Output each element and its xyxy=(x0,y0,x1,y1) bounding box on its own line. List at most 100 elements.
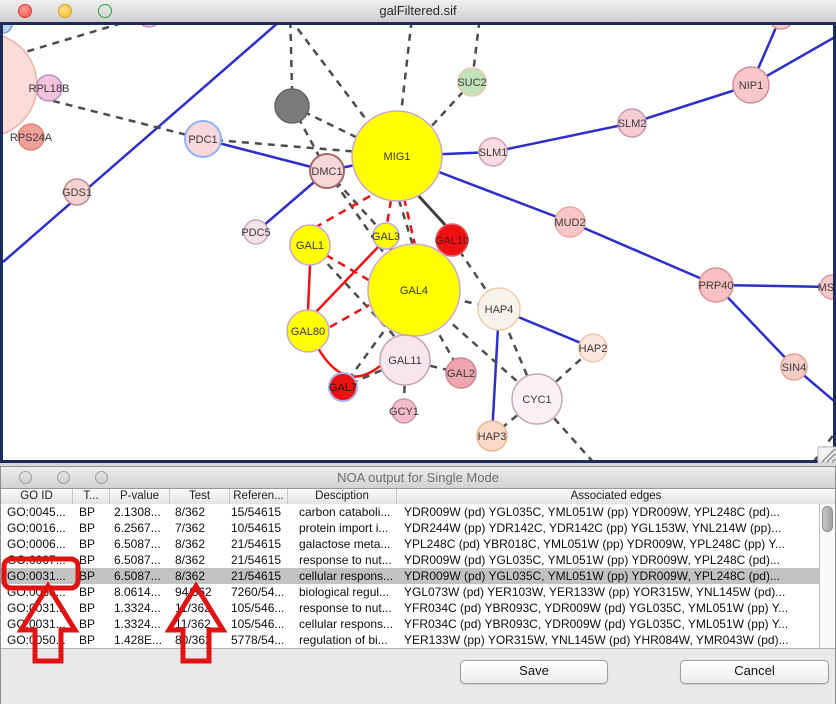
node-GDS1[interactable]: GDS1 xyxy=(62,179,92,205)
cell-t: BP xyxy=(72,600,109,616)
svg-text:SLM1: SLM1 xyxy=(479,147,508,159)
cell-p: 8.0614... xyxy=(109,584,169,600)
network-canvas[interactable]: RPL18B RPS24A GDS1 PDC1 DMC1 MIG1 SUC2 SLM1 SLM2… xyxy=(0,22,836,463)
node-unlabeled[interactable] xyxy=(275,89,309,123)
cell-p: 6.5087... xyxy=(109,568,169,584)
cancel-button[interactable]: Cancel xyxy=(680,660,829,684)
cell-go_id: GO:0045... xyxy=(1,504,72,520)
table-body: GO:0045...BP2.1308...8/36215/54615carbon… xyxy=(1,504,819,648)
cell-t: BP xyxy=(72,568,109,584)
node-GAL11[interactable]: GAL11 xyxy=(380,335,430,385)
svg-text:MIG1: MIG1 xyxy=(384,151,411,163)
column-header-desciption[interactable]: Desciption xyxy=(287,489,396,504)
save-button[interactable]: Save xyxy=(460,660,608,684)
cell-ref: 15/54615 xyxy=(229,504,287,520)
node-SLM2[interactable]: SLM2 xyxy=(618,109,647,137)
column-header-t-[interactable]: T... xyxy=(72,489,109,504)
cell-desc: biological regul... xyxy=(287,584,396,600)
svg-text:GAL4: GAL4 xyxy=(400,285,428,297)
cell-go_id: GO:0016... xyxy=(1,520,72,536)
node-CYC1[interactable]: CYC1 xyxy=(512,374,562,424)
svg-text:HAP2: HAP2 xyxy=(579,343,608,355)
column-header-test[interactable]: Test xyxy=(169,489,229,504)
node-PRP40[interactable]: PRP40 xyxy=(699,268,734,302)
cell-go_id: GO:0031... xyxy=(1,600,72,616)
node-SIN4[interactable]: SIN4 xyxy=(781,354,807,380)
svg-text:PDC5: PDC5 xyxy=(241,227,270,239)
node-GAL7[interactable]: GAL7 xyxy=(329,373,357,401)
node-SUC2[interactable]: SUC2 xyxy=(457,68,486,96)
node-GCY1[interactable]: GCY1 xyxy=(389,399,419,423)
node-GAL4[interactable]: GAL4 xyxy=(368,244,460,336)
svg-text:GCY1: GCY1 xyxy=(389,406,419,418)
cell-go_id: GO:0007... xyxy=(1,552,72,568)
cell-p: 6.2567... xyxy=(109,520,169,536)
cell-t: BP xyxy=(72,520,109,536)
node-MUD2[interactable]: MUD2 xyxy=(554,207,585,237)
table-row[interactable]: GO:0006...BP6.5087...8/36221/54615galact… xyxy=(1,536,819,552)
svg-text:RPL18B: RPL18B xyxy=(29,83,70,95)
node-GAL2[interactable]: GAL2 xyxy=(446,358,476,388)
table-row[interactable]: GO:0016...BP6.2567...7/36210/54615protei… xyxy=(1,520,819,536)
vertical-scrollbar[interactable] xyxy=(819,504,835,648)
scrollbar-thumb[interactable] xyxy=(822,506,833,532)
table-row[interactable]: GO:0045...BP2.1308...8/36215/54615carbon… xyxy=(1,504,819,520)
table-row[interactable]: GO:0007...BP6.5087...8/36221/54615respon… xyxy=(1,552,819,568)
column-header-associated-edges[interactable]: Associated edges xyxy=(396,489,835,504)
node-GAL3[interactable]: GAL3 xyxy=(372,223,400,249)
cell-go_id: GO:0065... xyxy=(1,584,72,600)
window-title: NOA output for Single Mode xyxy=(1,467,835,488)
column-header-go-id[interactable]: GO ID xyxy=(1,489,72,504)
node-HAP4[interactable]: HAP4 xyxy=(478,288,520,330)
column-header-referen-[interactable]: Referen... xyxy=(229,489,287,504)
table-row[interactable]: GO:0031...BP1.3324...11/362105/546...res… xyxy=(1,600,819,616)
screen: galFiltered.sif RPL18B RPS24A GDS1 PDC1 DMC1… xyxy=(0,0,836,704)
svg-text:CYC1: CYC1 xyxy=(522,394,551,406)
cell-desc: response to nut... xyxy=(287,600,396,616)
node-SLM1[interactable]: SLM1 xyxy=(479,138,508,166)
node-HAP3[interactable]: HAP3 xyxy=(477,421,507,451)
svg-text:HAP4: HAP4 xyxy=(485,304,514,316)
cell-edges: YDR009W (pd) YGL035C, YML051W (pp) YDR00… xyxy=(396,504,819,520)
cell-edges: YGL073W (pd) YER103W, YER133W (pp) YOR31… xyxy=(396,584,819,600)
node-GAL1[interactable]: GAL1 xyxy=(290,225,330,265)
cell-t: BP xyxy=(72,536,109,552)
svg-text:PDC1: PDC1 xyxy=(188,134,217,146)
cell-test: 94/362 xyxy=(169,584,229,600)
window-title: galFiltered.sif xyxy=(0,0,836,22)
svg-text:NIP1: NIP1 xyxy=(739,80,763,92)
network-titlebar: galFiltered.sif xyxy=(0,0,836,23)
node-DMC1[interactable]: DMC1 xyxy=(310,154,344,188)
svg-text:SUC2: SUC2 xyxy=(457,77,486,89)
svg-text:GAL7: GAL7 xyxy=(329,382,357,394)
node-PDC1[interactable]: PDC1 xyxy=(185,121,221,157)
node-RPS24A[interactable]: RPS24A xyxy=(10,124,53,150)
cell-desc: regulation of bi... xyxy=(287,632,396,648)
cell-go_id: GO:0031... xyxy=(1,616,72,632)
cell-ref: 105/546... xyxy=(229,600,287,616)
network-window: galFiltered.sif RPL18B RPS24A GDS1 PDC1 DMC1… xyxy=(0,0,836,463)
cell-ref: 10/54615 xyxy=(229,520,287,536)
canvas-frame xyxy=(0,22,836,463)
column-header-p-value[interactable]: P-value xyxy=(109,489,169,504)
svg-text:GAL3: GAL3 xyxy=(372,231,400,243)
cell-t: BP xyxy=(72,584,109,600)
table-row[interactable]: GO:0031...BP1.3324...11/362105/546...cel… xyxy=(1,616,819,632)
node-HAP2[interactable]: HAP2 xyxy=(579,334,608,362)
cell-edges: YDR009W (pd) YGL035C, YML051W (pp) YDR00… xyxy=(396,552,819,568)
table-header[interactable]: GO IDT...P-valueTestReferen...Desciption… xyxy=(1,489,835,505)
cell-edges: YER133W (pp) YOR315W, YNL145W (pd) YHR08… xyxy=(396,632,819,648)
svg-text:HAP3: HAP3 xyxy=(478,431,507,443)
cell-t: BP xyxy=(72,504,109,520)
cell-t: BP xyxy=(72,552,109,568)
table-row[interactable]: GO:0065...BP8.0614...94/3627260/54...bio… xyxy=(1,584,819,600)
svg-text:GAL10: GAL10 xyxy=(435,235,469,247)
cell-desc: protein import i... xyxy=(287,520,396,536)
node-GAL80[interactable]: GAL80 xyxy=(287,310,329,352)
node-MIG1[interactable]: MIG1 xyxy=(352,111,442,201)
node-NIP1[interactable]: NIP1 xyxy=(733,67,769,103)
cell-edges: YPL248C (pd) YBR018C, YML051W (pp) YDR00… xyxy=(396,536,819,552)
resize-grip[interactable] xyxy=(818,447,836,463)
table-row[interactable]: GO:0031...BP6.5087...8/36221/54615cellul… xyxy=(1,568,819,584)
table-row[interactable]: GO:0050...BP1.428E...80/3625778/54...reg… xyxy=(1,632,819,648)
